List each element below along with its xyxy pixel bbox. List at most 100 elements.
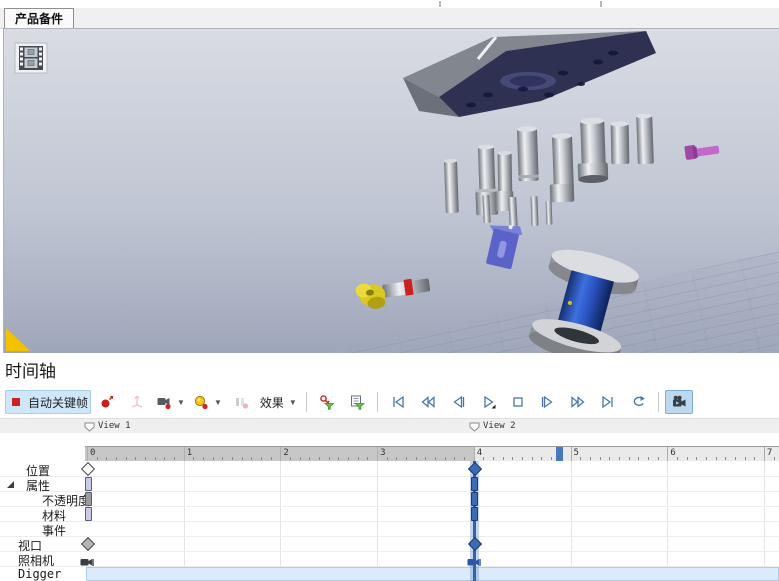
ruler-minor-tick: [464, 457, 465, 460]
ruler-minor-tick: [483, 457, 484, 460]
ruler-major-tick: [667, 447, 668, 461]
view-marker-1[interactable]: View 1: [84, 420, 131, 432]
track-row-不透明度[interactable]: 不透明度: [0, 491, 779, 507]
tab-product-parts[interactable]: 产品备件: [4, 8, 74, 28]
keyframe-不透明度-t4[interactable]: [471, 492, 478, 506]
toolbar-separator: [658, 392, 659, 412]
dropdown-arrow-icon[interactable]: ▼: [177, 398, 185, 407]
play-button[interactable]: [474, 390, 502, 414]
ruler-minor-tick: [454, 457, 455, 460]
ruler-number: 0: [90, 448, 95, 458]
track-row-视口[interactable]: 视口: [0, 536, 779, 552]
step-back-button[interactable]: [444, 390, 472, 414]
camera-red-dot-icon: [156, 394, 172, 410]
dropdown-arrow-icon[interactable]: ▼: [289, 398, 297, 407]
view-marker-2[interactable]: View 2: [469, 420, 516, 432]
view-marker-label: View 1: [98, 421, 131, 431]
splitter-mark[interactable]: [439, 1, 441, 7]
timeline-title: 时间轴: [5, 357, 56, 382]
step-forward-icon: [540, 394, 556, 410]
step-forward-button[interactable]: [534, 390, 562, 414]
ruler-number: 7: [767, 448, 772, 458]
timeline-tracks[interactable]: 位置属性不透明度材料事件视口照相机Digger: [0, 461, 779, 581]
track-row-照相机[interactable]: 照相机: [0, 551, 779, 567]
ruler-minor-tick: [774, 457, 775, 460]
step-back-icon: [450, 394, 466, 410]
track-label[interactable]: Digger: [18, 567, 61, 581]
light-red-dot-icon: [193, 394, 209, 410]
ruler-minor-tick: [658, 457, 659, 460]
tab-bar: 产品备件: [0, 8, 779, 29]
loop-button[interactable]: [624, 390, 652, 414]
ruler-major-tick: [184, 447, 185, 461]
move-tool-button[interactable]: [123, 390, 151, 414]
ruler-minor-tick: [512, 457, 513, 460]
ruler-number: 6: [670, 448, 675, 458]
keyframe-照相机-t0[interactable]: [80, 554, 94, 572]
ruler-minor-tick: [551, 457, 552, 460]
expander-icon[interactable]: [7, 481, 14, 488]
ruler-minor-tick: [725, 457, 726, 460]
view-flag-icon: [84, 421, 95, 432]
animation-set-icon[interactable]: [15, 43, 47, 73]
ruler-minor-tick: [319, 457, 320, 460]
track-row-材料[interactable]: 材料: [0, 506, 779, 522]
track-row-事件[interactable]: 事件: [0, 521, 779, 537]
ruler-major-tick: [474, 447, 475, 461]
ruler-minor-tick: [406, 457, 407, 460]
filter-keys-button[interactable]: [313, 390, 341, 414]
view-marker-row[interactable]: View 1 View 2: [0, 418, 779, 433]
record-keyframe-button[interactable]: [93, 390, 121, 414]
keyframe-照相机-t4[interactable]: [467, 554, 481, 572]
auto-keyframe-toggle[interactable]: 自动关键帧: [5, 390, 91, 414]
fade-keyframe-button[interactable]: [227, 390, 255, 414]
camera-keyframe-button[interactable]: ▼: [153, 390, 188, 414]
ruler-minor-tick: [677, 457, 678, 460]
ruler-minor-tick: [300, 457, 301, 460]
ruler-minor-tick: [416, 457, 417, 460]
3d-viewport[interactable]: [3, 28, 779, 353]
track-row-位置[interactable]: 位置: [0, 461, 779, 477]
keyframe-材料-t0[interactable]: [85, 507, 92, 521]
red-dot-arrow-icon: [99, 394, 115, 410]
effects-menu-button[interactable]: 效果 ▼: [257, 390, 300, 414]
ruler-minor-tick: [193, 457, 194, 460]
dropdown-arrow-icon[interactable]: ▼: [214, 398, 222, 407]
ruler-minor-tick: [696, 457, 697, 460]
rewind-button[interactable]: [414, 390, 442, 414]
light-keyframe-button[interactable]: ▼: [190, 390, 225, 414]
ruler-minor-tick: [348, 457, 349, 460]
splitter-mark[interactable]: [600, 1, 602, 7]
go-start-button[interactable]: [384, 390, 412, 414]
ruler-minor-tick: [155, 457, 156, 460]
keyframe-属性-t4[interactable]: [471, 477, 478, 491]
go-end-button[interactable]: [594, 390, 622, 414]
ruler-minor-tick: [541, 457, 542, 460]
key-funnel-icon: [319, 394, 335, 410]
ruler-minor-tick: [619, 457, 620, 460]
track-row-属性[interactable]: 属性: [0, 476, 779, 492]
ruler-minor-tick: [735, 457, 736, 460]
stop-button[interactable]: [504, 390, 532, 414]
filter-tracks-button[interactable]: [343, 390, 371, 414]
ruler-minor-tick: [600, 457, 601, 460]
keyframe-材料-t4[interactable]: [471, 507, 478, 521]
ruler-number: 5: [574, 448, 579, 458]
playhead-cap[interactable]: [556, 447, 563, 461]
keyframe-不透明度-t0[interactable]: [85, 492, 92, 506]
keyframe-属性-t0[interactable]: [85, 477, 92, 491]
ruler-minor-tick: [145, 457, 146, 460]
camera-view-toggle[interactable]: [665, 390, 693, 414]
ruler-minor-tick: [687, 457, 688, 460]
digger-track-band[interactable]: [86, 567, 779, 581]
ruler-minor-tick: [97, 457, 98, 460]
fast-forward-button[interactable]: [564, 390, 592, 414]
ruler-number: 1: [187, 448, 192, 458]
ruler-minor-tick: [590, 457, 591, 460]
timeline-ruler[interactable]: 01234567: [85, 446, 779, 462]
effects-menu-button-label: 效果: [260, 394, 284, 411]
ruler-minor-tick: [493, 457, 494, 460]
ruler-major-tick: [280, 447, 281, 461]
ruler-major-tick: [377, 447, 378, 461]
timeline-toolbar: 自动关键帧 ▼ ▼ 效果 ▼: [5, 389, 693, 415]
